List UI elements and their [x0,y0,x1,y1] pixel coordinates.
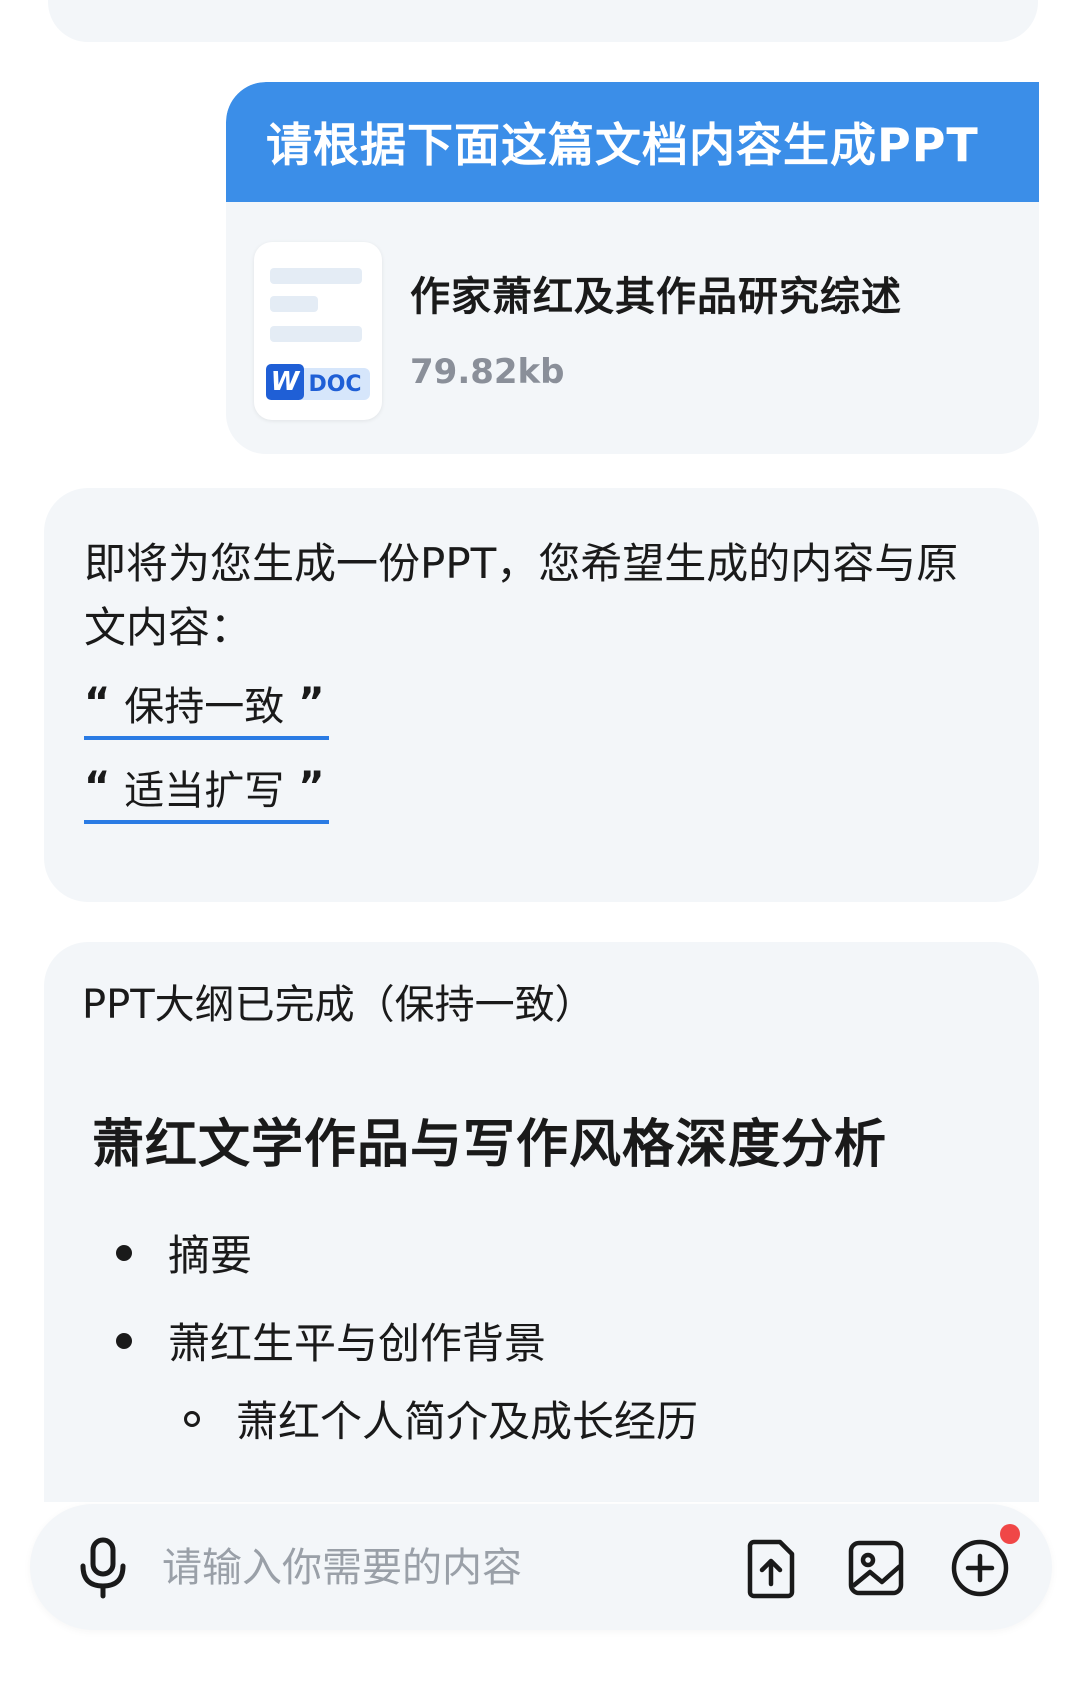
image-icon[interactable] [844,1536,908,1600]
outline-item: 摘要 [116,1222,252,1283]
attached-file-card[interactable]: DOC W 作家萧红及其作品研究综述 79.82kb [254,242,902,420]
file-info: 作家萧红及其作品研究综述 79.82kb [410,242,902,392]
assistant-question-bubble: 即将为您生成一份PPT，您希望生成的内容与原文内容： “ 保持一致 ” “ 适当… [44,488,1039,902]
chat-screen: 请根据下面这篇文档内容生成PPT DOC W 作家萧红及其作品研究综述 79.8… [0,0,1080,1681]
outline-item: 萧红生平与创作背景 [116,1310,546,1371]
doc-line [270,296,318,312]
doc-type-badge: DOC [300,368,370,400]
doc-line [270,268,362,284]
user-message-bubble: 请根据下面这篇文档内容生成PPT DOC W 作家萧红及其作品研究综述 79.8… [226,82,1039,454]
microphone-icon[interactable] [68,1532,138,1602]
outline-status: PPT大纲已完成（保持一致） [82,982,595,1028]
bullet-dot [116,1244,132,1261]
upload-file-icon[interactable] [740,1536,804,1600]
open-quote: “ [84,680,111,726]
outline-item-label: 萧红生平与创作背景 [168,1319,547,1368]
word-logo-icon: W [266,364,304,400]
option-expand[interactable]: “ 适当扩写 ” [84,754,329,824]
doc-file-icon: DOC W [254,242,382,420]
notification-badge [1000,1524,1020,1544]
option-label: 适当扩写 [124,768,285,814]
message-input[interactable] [160,1532,724,1604]
outline-title: 萧红文学作品与写作风格深度分析 [92,1115,888,1175]
outline-subitem: 萧红个人简介及成长经历 [184,1388,698,1449]
outline-item-label: 摘要 [168,1231,253,1280]
outline-item-label: 萧红个人简介及成长经历 [236,1397,699,1446]
close-quote: ” [298,680,325,726]
bullet-dot [116,1332,132,1349]
doc-line [270,326,362,342]
file-name: 作家萧红及其作品研究综述 [410,274,902,320]
open-quote: “ [84,764,111,810]
bullet-circle [184,1410,200,1427]
user-prompt-text: 请根据下面这篇文档内容生成PPT [226,82,1039,202]
option-keep-consistent[interactable]: “ 保持一致 ” [84,670,329,740]
option-label: 保持一致 [124,684,285,730]
previous-message-bubble [48,0,1038,42]
add-circle-icon[interactable] [948,1536,1012,1600]
outline-bubble: PPT大纲已完成（保持一致） 萧红文学作品与写作风格深度分析 摘要 萧红生平与创… [44,942,1039,1502]
assistant-question-text: 即将为您生成一份PPT，您希望生成的内容与原文内容： [84,539,959,652]
chat-input-bar [30,1504,1052,1630]
file-size: 79.82kb [410,352,565,392]
close-quote: ” [298,764,325,810]
